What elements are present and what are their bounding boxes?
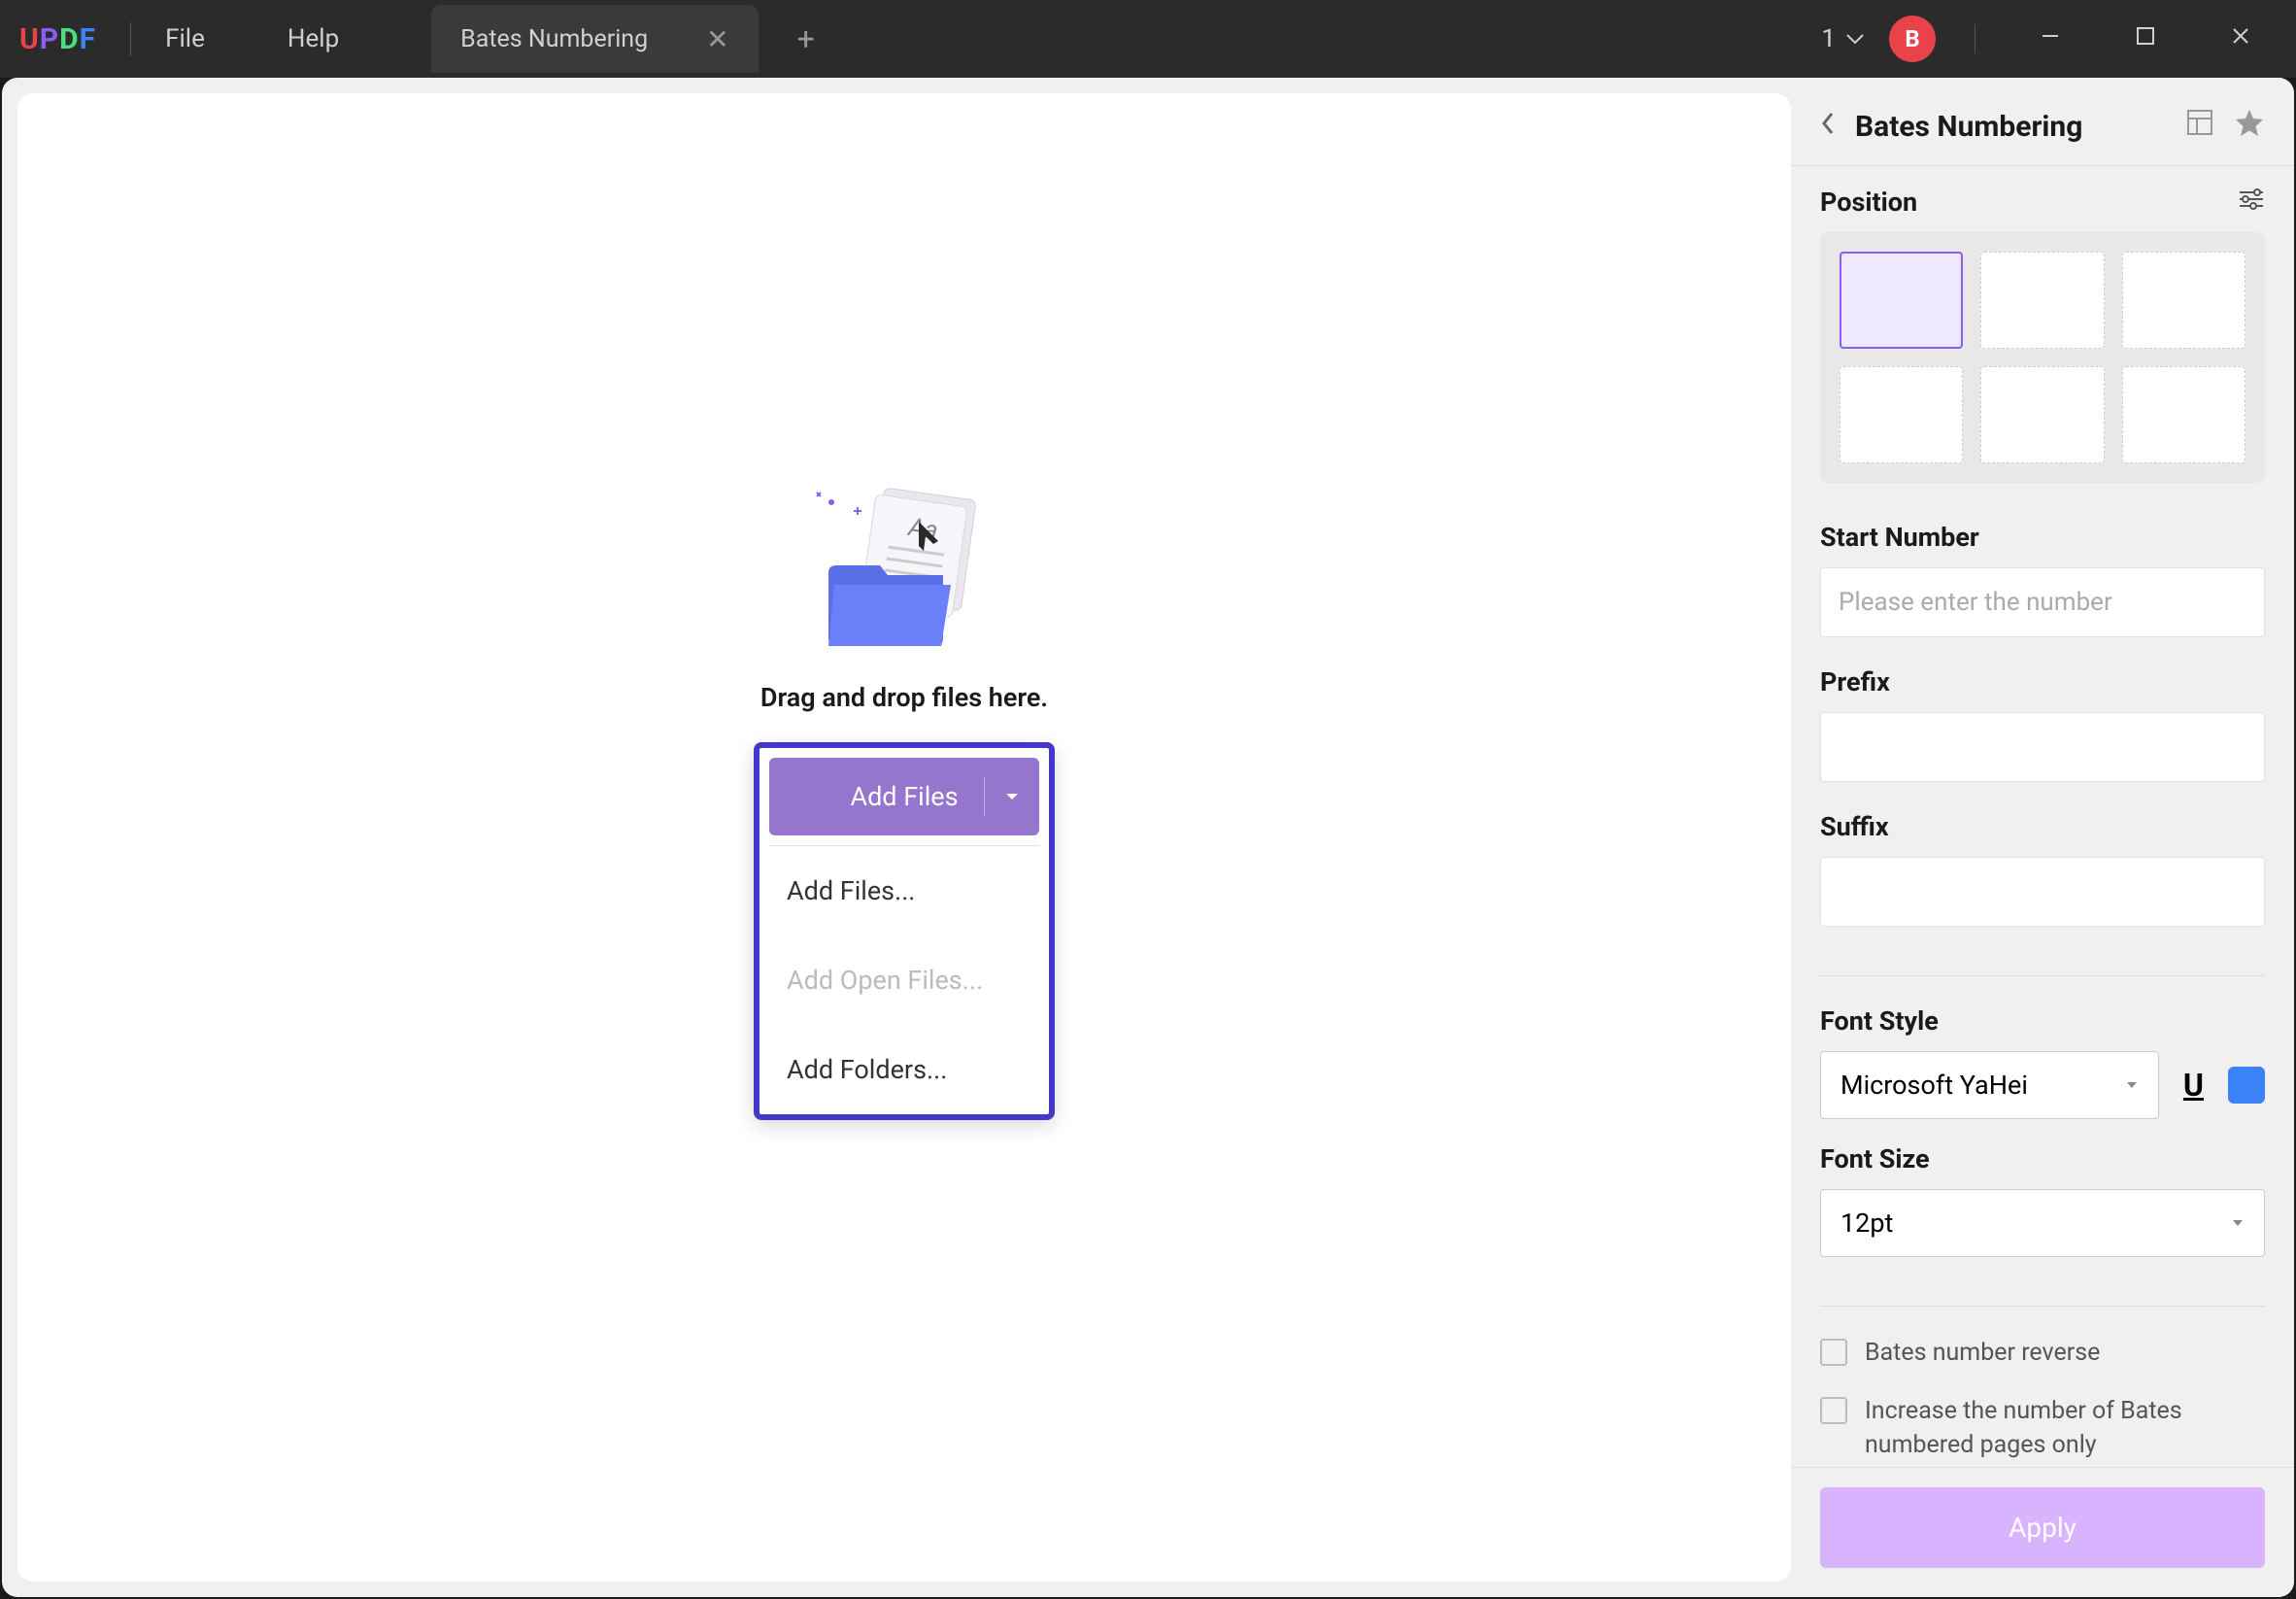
checkbox-increase[interactable]: Increase the number of Bates numbered pa… xyxy=(1820,1394,2265,1462)
position-top-left[interactable] xyxy=(1840,252,1963,349)
font-size-select[interactable]: 12pt xyxy=(1820,1189,2265,1257)
add-files-button[interactable]: Add Files xyxy=(769,758,1039,835)
chevron-left-icon xyxy=(1820,110,1836,137)
drop-text: Drag and drop files here. xyxy=(760,682,1048,713)
underline-button[interactable]: U xyxy=(2178,1067,2209,1104)
menu-file[interactable]: File xyxy=(165,24,205,53)
settings-icon[interactable] xyxy=(2238,186,2265,218)
divider xyxy=(1820,975,2265,976)
font-family-select[interactable]: Microsoft YaHei xyxy=(1820,1051,2159,1119)
close-icon[interactable]: ✕ xyxy=(706,23,728,55)
prefix-label: Prefix xyxy=(1820,666,2265,697)
start-number-input[interactable] xyxy=(1820,567,2265,637)
caret-down-icon xyxy=(1004,792,1020,801)
menu-add-files[interactable]: Add Files... xyxy=(760,846,1049,936)
add-files-dropdown: Add Files Add Files... Add Open Files...… xyxy=(754,742,1055,1120)
position-label: Position xyxy=(1820,187,1917,218)
start-number-label: Start Number xyxy=(1820,522,2265,553)
menu-help[interactable]: Help xyxy=(287,24,339,53)
back-button[interactable] xyxy=(1820,108,1836,145)
title-bar: UPDF File Help Bates Numbering ✕ + 1 B xyxy=(0,0,2296,78)
caret-down-icon xyxy=(2231,1218,2245,1228)
position-selector xyxy=(1820,232,2265,483)
position-top-center[interactable] xyxy=(1980,252,2104,349)
position-bottom-center[interactable] xyxy=(1980,366,2104,463)
prefix-input[interactable] xyxy=(1820,712,2265,782)
font-size-label: Font Size xyxy=(1820,1143,2265,1174)
panel-title: Bates Numbering xyxy=(1855,110,2166,144)
divider xyxy=(1820,1306,2265,1307)
star-icon[interactable] xyxy=(2234,107,2265,146)
tab-title: Bates Numbering xyxy=(460,25,648,53)
font-style-label: Font Style xyxy=(1820,1005,2265,1037)
bates-numbering-panel: Bates Numbering Position xyxy=(1791,78,2294,1597)
apply-button[interactable]: Apply xyxy=(1820,1487,2265,1568)
close-icon xyxy=(2229,24,2252,48)
suffix-label: Suffix xyxy=(1820,811,2265,842)
dropdown-toggle[interactable] xyxy=(984,777,1020,816)
separator xyxy=(130,22,131,56)
minimize-button[interactable] xyxy=(2014,15,2086,63)
menu-add-folders[interactable]: Add Folders... xyxy=(760,1025,1049,1114)
position-bottom-left[interactable] xyxy=(1840,366,1963,463)
maximize-icon xyxy=(2135,25,2156,47)
font-color-swatch[interactable] xyxy=(2228,1067,2265,1104)
checkbox-box[interactable] xyxy=(1820,1397,1847,1424)
close-window-button[interactable] xyxy=(2205,15,2277,63)
main-canvas[interactable]: Aa Dra xyxy=(17,93,1791,1582)
position-top-right[interactable] xyxy=(2122,252,2245,349)
notification-dropdown[interactable]: 1 xyxy=(1821,24,1865,53)
suffix-input[interactable] xyxy=(1820,857,2265,927)
chevron-down-icon xyxy=(1845,33,1865,45)
checkbox-box[interactable] xyxy=(1820,1339,1847,1366)
maximize-button[interactable] xyxy=(2110,16,2180,62)
layout-icon[interactable] xyxy=(2185,108,2214,145)
avatar[interactable]: B xyxy=(1889,16,1936,62)
minimize-icon xyxy=(2039,24,2062,48)
drop-files-icon: Aa xyxy=(797,459,1011,653)
checkbox-reverse[interactable]: Bates number reverse xyxy=(1820,1336,2265,1370)
app-logo: UPDF xyxy=(19,22,96,56)
menu-add-open-files: Add Open Files... xyxy=(760,936,1049,1025)
add-tab-button[interactable]: + xyxy=(797,20,815,57)
caret-down-icon xyxy=(2125,1080,2139,1090)
tab-bates-numbering[interactable]: Bates Numbering ✕ xyxy=(431,5,758,73)
position-bottom-right[interactable] xyxy=(2122,366,2245,463)
